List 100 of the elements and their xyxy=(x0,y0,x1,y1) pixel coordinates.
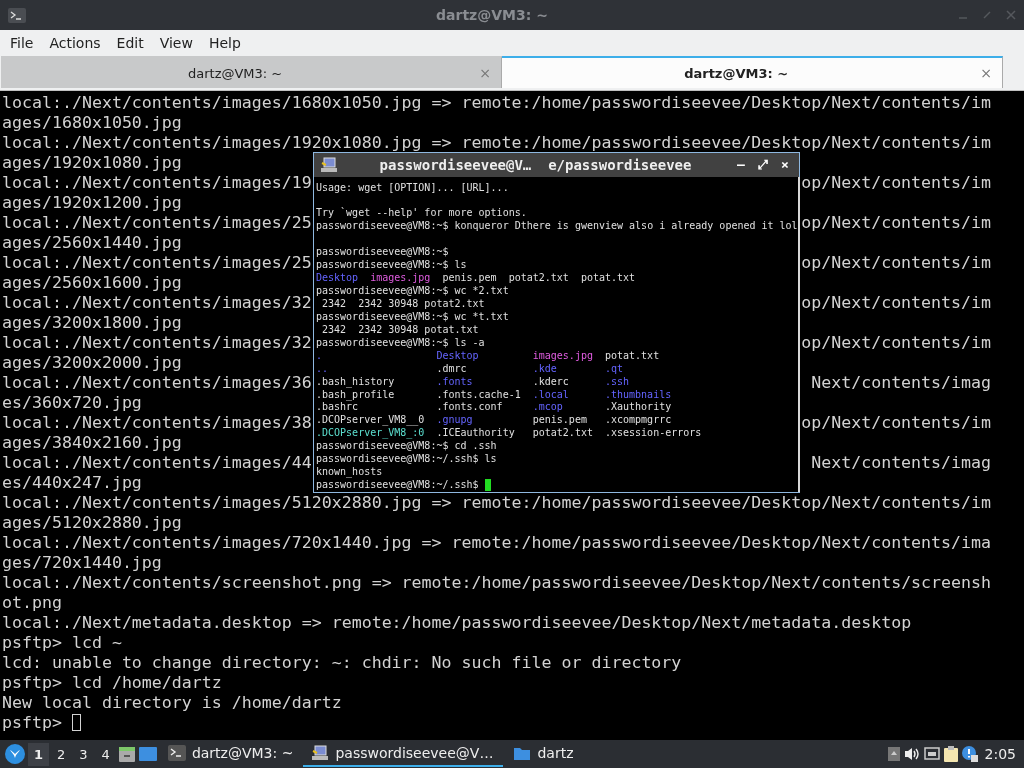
terminal-line: local:./Next/contents/images/25 xyxy=(2,253,312,273)
terminal-line: Next/contents/imag xyxy=(811,373,992,393)
window-button[interactable]: ⤢ xyxy=(755,154,771,175)
terminal-line: Try `wget --help' for more options. xyxy=(316,207,527,221)
terminal-line: Next/contents/imag xyxy=(811,453,992,473)
terminal-icon xyxy=(167,745,186,761)
terminal-line: passwordiseevee@VM8:~$ ls xyxy=(316,259,467,273)
terminal-line: passwordiseevee@VM8:~$ konqueror Dthere is gwenview also i already opened it lol xyxy=(316,220,798,234)
workspace-button[interactable]: 4 xyxy=(95,742,116,766)
workspace-button[interactable]: 1 xyxy=(28,742,50,766)
menu-item[interactable]: View xyxy=(151,35,201,51)
menu-item[interactable]: Edit xyxy=(108,35,152,51)
terminal-line: ages/2560x1600.jpg xyxy=(2,273,182,293)
terminal-line: local:./Next/contents/screenshot.png => remote:/home/passwordiseevee/Desktop/Next/contents/screensh xyxy=(2,573,992,593)
notification-icon[interactable] xyxy=(960,745,979,763)
terminal-line: ages/1920x1200.jpg xyxy=(2,193,182,213)
terminal-line: local:./Next/contents/images/1680x1050.jpg => remote:/home/passwordiseevee/Desktop/Next/contents/im xyxy=(2,93,992,113)
menu-item[interactable]: File xyxy=(2,35,42,51)
task-button[interactable]: dartz@VM3: ~ xyxy=(159,741,302,767)
start-menu-icon[interactable] xyxy=(4,743,26,765)
scrollbar[interactable] xyxy=(797,176,800,492)
file-name: Desktop xyxy=(436,349,479,361)
file-name: .thumbnails xyxy=(604,388,672,400)
folder-icon xyxy=(513,745,532,761)
clipboard-icon[interactable] xyxy=(942,745,959,763)
terminal-line: passwordiseevee@VM8:~/.ssh$ ls xyxy=(316,453,497,467)
terminal-line: passwordiseevee@VM8:~$ cd .ssh xyxy=(316,440,497,454)
terminal-line: local:./Next/contents/images/5120x2880.jpg => remote:/home/passwordiseevee/Desktop/Next/contents/im xyxy=(2,493,992,513)
file-name: .local xyxy=(532,388,569,400)
terminal-line: op/Next/contents/im xyxy=(801,213,992,233)
terminal-line: psftp> lcd /home/dartz xyxy=(2,673,222,693)
terminal-line: passwordiseevee@VM8:~/.ssh$ xyxy=(316,479,480,492)
eject-icon[interactable] xyxy=(886,746,901,762)
terminal-line: lcd: unable to change directory: ~: chdir: No such file or directory xyxy=(2,653,682,673)
task-button[interactable]: dartz xyxy=(505,741,582,767)
terminal-line: local:./Next/contents/images/25 xyxy=(2,213,312,233)
file-name: .. xyxy=(316,362,329,374)
terminal-line: psftp> lcd ~ xyxy=(2,633,122,653)
terminal-line: ages/1920x1080.jpg xyxy=(2,153,182,173)
file-name: penis.pem xyxy=(442,272,497,285)
file-name: images.jpg xyxy=(532,349,593,361)
computer-icon xyxy=(320,156,338,173)
file-name: .qt xyxy=(604,362,624,374)
window-button[interactable]: – xyxy=(733,154,749,175)
file-name: .bash_profile xyxy=(316,388,395,400)
volume-icon[interactable] xyxy=(902,746,921,762)
workspace-button[interactable]: 2 xyxy=(51,742,72,766)
terminal-line: es/440x247.jpg xyxy=(2,473,142,493)
file-name: images.jpg xyxy=(370,272,431,285)
file-name: .fonts xyxy=(436,375,473,387)
terminal-line: passwordiseevee@VM8:~$ ls -a xyxy=(316,336,485,350)
menu-item[interactable]: Help xyxy=(200,35,249,51)
window-button[interactable]: × xyxy=(777,154,793,175)
task-button[interactable]: passwordiseevee@V… xyxy=(303,741,504,767)
file-name: .xsession-errors xyxy=(604,427,702,439)
terminal-line: local:./Next/contents/images/38 xyxy=(2,413,312,433)
tab[interactable]: dartz@VM3: ~ × xyxy=(1,56,502,88)
terminal-line: local:./Next/contents/images/36 xyxy=(2,373,312,393)
file-name: .bash_history xyxy=(316,375,395,387)
desktop-icon[interactable] xyxy=(137,745,158,763)
terminal-line: local:./Next/contents/images/720x1440.jpg => remote:/home/passwordiseevee/Desktop/Next/contents/ima xyxy=(2,533,992,553)
window-title: dartz@VM3: ~ xyxy=(435,7,549,23)
file-name: .fonts.cache-1 xyxy=(436,388,521,400)
terminal-line: op/Next/contents/im xyxy=(801,413,992,433)
terminal-line: ges/720x1440.jpg xyxy=(2,553,162,573)
terminal-line: ages/2560x1440.jpg xyxy=(2,233,182,253)
file-name: .bashrc xyxy=(316,401,359,413)
terminal-line: ages/5120x2880.jpg xyxy=(2,513,182,533)
terminal-line: op/Next/contents/im xyxy=(801,253,992,273)
terminal-line: ages/3200x1800.jpg xyxy=(2,313,182,333)
terminal-line: op/Next/contents/im xyxy=(801,173,992,193)
terminal-line: ot.png xyxy=(2,593,62,613)
menu-item[interactable]: Actions xyxy=(41,35,109,51)
file-name: .xcompmgrrc xyxy=(604,414,672,426)
file-name: .dmrc xyxy=(436,362,467,374)
terminal-line: es/360x720.jpg xyxy=(2,393,142,413)
file-name: potat2.txt xyxy=(532,427,593,439)
terminal-line: New local directory is /home/dartz xyxy=(2,693,342,713)
terminal-line: passwordiseevee@VM8:~$ wc *t.txt xyxy=(316,310,509,324)
terminal-line: known_hosts xyxy=(316,466,383,480)
tab[interactable]: dartz@VM3: ~ × xyxy=(502,56,1003,88)
terminal-line: local:./Next/contents/images/44 xyxy=(2,453,312,473)
file-name: .Xauthority xyxy=(604,401,672,413)
file-name: Desktop xyxy=(316,272,359,285)
terminal-line: Usage: wget [OPTION]... [URL]... xyxy=(316,181,509,195)
close-tab-button[interactable]: × xyxy=(970,65,1002,81)
computer-icon xyxy=(311,745,330,761)
workspace-button[interactable]: 3 xyxy=(73,742,94,766)
terminal-line: passwordiseevee@VM8:~$ wc *2.txt xyxy=(316,285,509,298)
file-name: . xyxy=(316,349,323,361)
network-icon[interactable] xyxy=(922,746,941,762)
file-name: .mcop xyxy=(532,401,563,413)
terminal-line: local:./Next/contents/images/1920x1080.jpg => remote:/home/passwordiseevee/Desktop/Next/contents/im xyxy=(2,133,992,153)
terminal-line: 2342 2342 30948 potat2.txt xyxy=(321,297,485,311)
terminal-line: local:./Next/contents/images/32 xyxy=(2,333,312,353)
terminal-line: ages/1680x1050.jpg xyxy=(2,113,182,133)
terminal-line: op/Next/contents/im xyxy=(801,333,992,353)
file-cabinet-icon[interactable] xyxy=(117,745,136,763)
file-name: potat.txt xyxy=(604,349,660,361)
terminal-line: op/Next/contents/im xyxy=(801,293,992,313)
